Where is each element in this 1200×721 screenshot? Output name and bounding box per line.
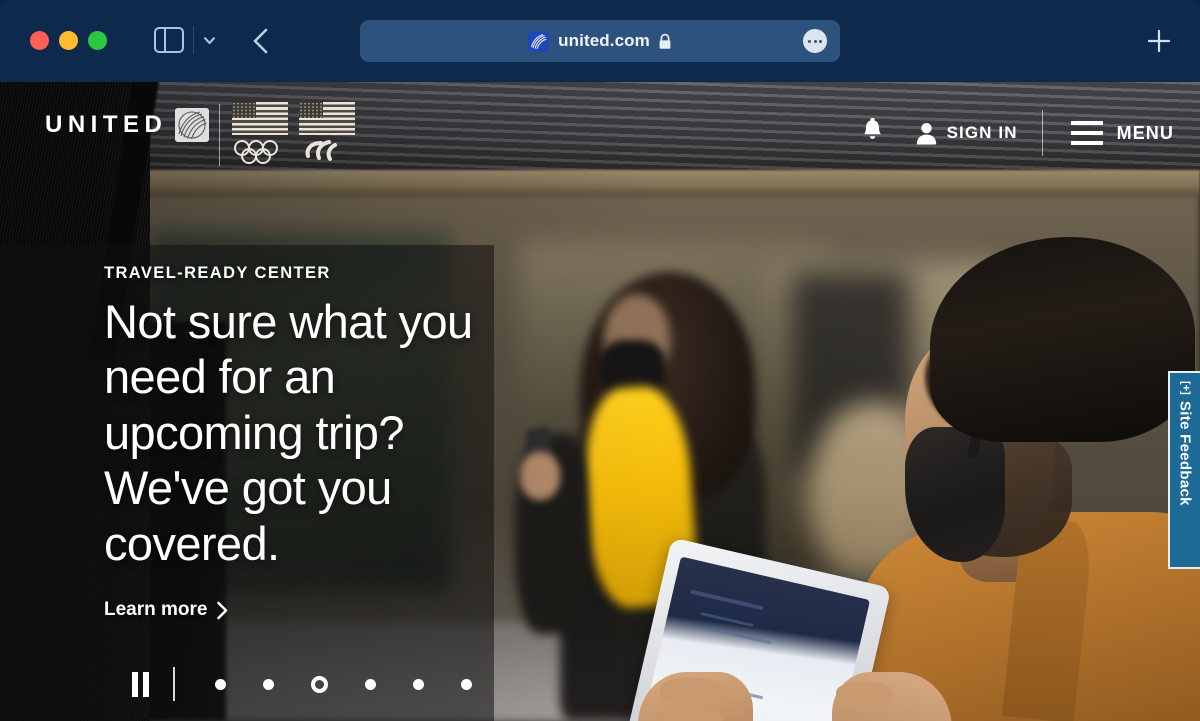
chevron-down-icon[interactable]: [203, 34, 216, 47]
chevron-right-icon: [217, 601, 228, 620]
hero-eyebrow: TRAVEL-READY CENTER: [104, 264, 331, 282]
site-feedback-tab[interactable]: [+] Site Feedback: [1168, 371, 1200, 569]
browser-window: united.com UNITED SIGN IN MENU TRAVEL-RE…: [0, 0, 1200, 721]
hamburger-icon: [1070, 121, 1103, 145]
carousel-controls: [132, 667, 472, 701]
maximize-window-button[interactable]: [88, 31, 107, 50]
sidebar-toggle-icon[interactable]: [154, 27, 184, 53]
team-usa-paralympic-logo: [299, 102, 355, 170]
site-header: UNITED SIGN IN MENU: [0, 82, 1200, 170]
header-actions: SIGN IN MENU: [861, 110, 1174, 156]
carousel-divider: [173, 667, 175, 701]
carousel-dot-3[interactable]: [311, 675, 328, 693]
page-menu-button[interactable]: [803, 29, 827, 53]
united-wordmark: UNITED: [45, 111, 168, 138]
carousel-dots: [215, 675, 472, 693]
menu-button[interactable]: MENU: [1070, 121, 1174, 145]
menu-label: MENU: [1116, 122, 1174, 143]
person-icon: [916, 122, 936, 144]
expand-plus-icon: [+]: [1179, 381, 1192, 395]
usa-flag-icon: [232, 102, 288, 135]
sign-in-label: SIGN IN: [946, 123, 1018, 142]
carousel-dot-1[interactable]: [215, 678, 226, 690]
lock-icon: [658, 33, 672, 50]
hero-content: TRAVEL-READY CENTER Not sure what you ne…: [104, 264, 524, 621]
browser-toolbar: united.com: [0, 0, 1200, 82]
carousel-dot-6[interactable]: [461, 678, 472, 690]
pause-icon[interactable]: [132, 671, 149, 697]
header-brand-divider: [219, 104, 220, 166]
united-globe-icon: [175, 108, 210, 142]
bell-icon[interactable]: [861, 118, 884, 148]
address-bar[interactable]: united.com: [360, 20, 840, 62]
united-logo[interactable]: UNITED: [45, 108, 210, 142]
close-window-button[interactable]: [30, 31, 49, 50]
carousel-dot-2[interactable]: [263, 678, 274, 690]
learn-more-link[interactable]: Learn more: [104, 599, 229, 621]
site-feedback-label: Site Feedback: [1176, 400, 1194, 506]
olympic-rings-icon: [234, 140, 278, 164]
window-controls: [30, 31, 107, 50]
carousel-dot-4[interactable]: [365, 678, 376, 690]
usa-flag-icon: [299, 102, 355, 135]
toolbar-divider: [193, 26, 194, 54]
site-favicon-icon: [528, 30, 550, 52]
minimize-window-button[interactable]: [59, 31, 78, 50]
sign-in-button[interactable]: SIGN IN: [916, 122, 1018, 145]
carousel-dot-5[interactable]: [413, 678, 424, 690]
back-button[interactable]: [248, 26, 274, 56]
address-bar-url: united.com: [558, 31, 650, 50]
paralympic-agitos-icon: [305, 140, 337, 161]
header-divider: [1041, 110, 1043, 156]
team-usa-olympic-logo: [232, 102, 288, 170]
hero-headline: Not sure what you need for an upcoming t…: [104, 295, 473, 570]
webpage-viewport: UNITED SIGN IN MENU TRAVEL-READY CENTER …: [0, 82, 1200, 721]
new-tab-button[interactable]: [1144, 26, 1174, 56]
learn-more-label: Learn more: [104, 599, 208, 621]
